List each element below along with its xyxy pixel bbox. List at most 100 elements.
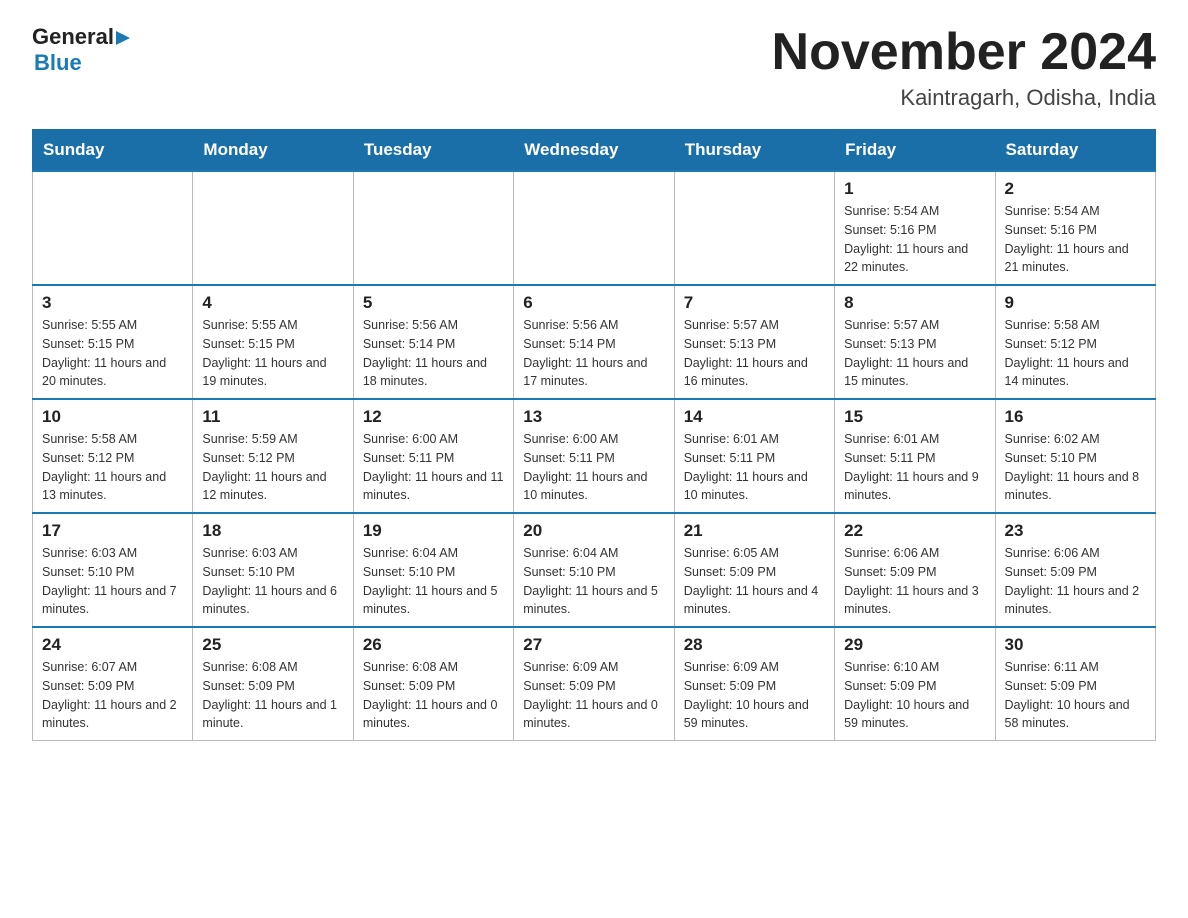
day-number: 17 [42,521,183,541]
day-info: Sunrise: 6:10 AMSunset: 5:09 PMDaylight:… [844,658,985,733]
calendar-cell [674,171,834,285]
calendar-cell [193,171,353,285]
calendar-cell: 1 Sunrise: 5:54 AMSunset: 5:16 PMDaylight… [835,171,995,285]
calendar-cell: 20 Sunrise: 6:04 AMSunset: 5:10 PMDayligh… [514,513,674,627]
day-info: Sunrise: 6:00 AMSunset: 5:11 PMDaylight:… [523,430,664,505]
day-number: 8 [844,293,985,313]
calendar-cell: 8 Sunrise: 5:57 AMSunset: 5:13 PMDaylight… [835,285,995,399]
calendar-cell: 5 Sunrise: 5:56 AMSunset: 5:14 PMDaylight… [353,285,513,399]
calendar-cell: 9 Sunrise: 5:58 AMSunset: 5:12 PMDaylight… [995,285,1155,399]
logo-arrow-icon [116,31,130,50]
calendar-cell: 18 Sunrise: 6:03 AMSunset: 5:10 PMDayligh… [193,513,353,627]
calendar-subtitle: Kaintragarh, Odisha, India [772,85,1156,111]
day-number: 1 [844,179,985,199]
day-number: 4 [202,293,343,313]
day-info: Sunrise: 6:00 AMSunset: 5:11 PMDaylight:… [363,430,504,505]
calendar-cell: 19 Sunrise: 6:04 AMSunset: 5:10 PMDayligh… [353,513,513,627]
day-number: 30 [1005,635,1146,655]
calendar-cell: 12 Sunrise: 6:00 AMSunset: 5:11 PMDayligh… [353,399,513,513]
day-number: 12 [363,407,504,427]
day-info: Sunrise: 6:09 AMSunset: 5:09 PMDaylight:… [684,658,825,733]
day-number: 24 [42,635,183,655]
day-number: 14 [684,407,825,427]
day-info: Sunrise: 5:58 AMSunset: 5:12 PMDaylight:… [42,430,183,505]
calendar-week-row: 3 Sunrise: 5:55 AMSunset: 5:15 PMDaylight… [33,285,1156,399]
logo: General Blue [32,24,130,76]
calendar-cell [353,171,513,285]
col-wednesday: Wednesday [514,130,674,172]
col-monday: Monday [193,130,353,172]
day-info: Sunrise: 6:11 AMSunset: 5:09 PMDaylight:… [1005,658,1146,733]
calendar-title-block: November 2024 Kaintragarh, Odisha, India [772,24,1156,111]
day-number: 27 [523,635,664,655]
day-info: Sunrise: 6:04 AMSunset: 5:10 PMDaylight:… [523,544,664,619]
calendar-cell: 11 Sunrise: 5:59 AMSunset: 5:12 PMDayligh… [193,399,353,513]
day-number: 26 [363,635,504,655]
calendar-cell: 3 Sunrise: 5:55 AMSunset: 5:15 PMDaylight… [33,285,193,399]
day-number: 20 [523,521,664,541]
calendar-cell: 23 Sunrise: 6:06 AMSunset: 5:09 PMDayligh… [995,513,1155,627]
day-info: Sunrise: 6:06 AMSunset: 5:09 PMDaylight:… [844,544,985,619]
calendar-cell: 21Sunrise: 6:05 AMSunset: 5:09 PMDayligh… [674,513,834,627]
day-number: 9 [1005,293,1146,313]
day-info: Sunrise: 6:02 AMSunset: 5:10 PMDaylight:… [1005,430,1146,505]
day-number: 28 [684,635,825,655]
day-info: Sunrise: 5:55 AMSunset: 5:15 PMDaylight:… [202,316,343,391]
calendar-cell: 13 Sunrise: 6:00 AMSunset: 5:11 PMDayligh… [514,399,674,513]
calendar-cell: 25Sunrise: 6:08 AMSunset: 5:09 PMDayligh… [193,627,353,741]
col-tuesday: Tuesday [353,130,513,172]
day-number: 13 [523,407,664,427]
day-info: Sunrise: 6:03 AMSunset: 5:10 PMDaylight:… [202,544,343,619]
calendar-cell: 2Sunrise: 5:54 AMSunset: 5:16 PMDaylight… [995,171,1155,285]
calendar-cell: 17 Sunrise: 6:03 AMSunset: 5:10 PMDayligh… [33,513,193,627]
day-number: 29 [844,635,985,655]
day-info: Sunrise: 5:58 AMSunset: 5:12 PMDaylight:… [1005,316,1146,391]
calendar-table: Sunday Monday Tuesday Wednesday Thursday… [32,129,1156,741]
calendar-cell: 10 Sunrise: 5:58 AMSunset: 5:12 PMDayligh… [33,399,193,513]
calendar-week-row: 17 Sunrise: 6:03 AMSunset: 5:10 PMDayligh… [33,513,1156,627]
day-info: Sunrise: 5:54 AMSunset: 5:16 PMDaylight:… [1005,202,1146,277]
calendar-week-row: 1 Sunrise: 5:54 AMSunset: 5:16 PMDaylight… [33,171,1156,285]
day-number: 16 [1005,407,1146,427]
day-info: Sunrise: 6:07 AMSunset: 5:09 PMDaylight:… [42,658,183,733]
calendar-cell: 27 Sunrise: 6:09 AMSunset: 5:09 PMDayligh… [514,627,674,741]
calendar-cell: 14 Sunrise: 6:01 AMSunset: 5:11 PMDayligh… [674,399,834,513]
day-info: Sunrise: 5:57 AMSunset: 5:13 PMDaylight:… [684,316,825,391]
day-number: 5 [363,293,504,313]
day-number: 19 [363,521,504,541]
calendar-cell: 16 Sunrise: 6:02 AMSunset: 5:10 PMDayligh… [995,399,1155,513]
day-info: Sunrise: 6:06 AMSunset: 5:09 PMDaylight:… [1005,544,1146,619]
day-info: Sunrise: 5:54 AMSunset: 5:16 PMDaylight:… [844,202,985,277]
day-info: Sunrise: 5:56 AMSunset: 5:14 PMDaylight:… [523,316,664,391]
logo-general-text: General [32,24,114,50]
day-info: Sunrise: 5:55 AMSunset: 5:15 PMDaylight:… [42,316,183,391]
day-number: 18 [202,521,343,541]
day-number: 25 [202,635,343,655]
calendar-title: November 2024 [772,24,1156,81]
calendar-cell: 30 Sunrise: 6:11 AMSunset: 5:09 PMDayligh… [995,627,1155,741]
day-number: 23 [1005,521,1146,541]
day-info: Sunrise: 6:01 AMSunset: 5:11 PMDaylight:… [684,430,825,505]
day-info: Sunrise: 5:56 AMSunset: 5:14 PMDaylight:… [363,316,504,391]
day-number: 10 [42,407,183,427]
day-number: 11 [202,407,343,427]
day-info: Sunrise: 6:03 AMSunset: 5:10 PMDaylight:… [42,544,183,619]
page-header: General Blue November 2024 Kaintragarh, … [32,24,1156,111]
calendar-cell: 22 Sunrise: 6:06 AMSunset: 5:09 PMDayligh… [835,513,995,627]
col-friday: Friday [835,130,995,172]
calendar-week-row: 10 Sunrise: 5:58 AMSunset: 5:12 PMDayligh… [33,399,1156,513]
calendar-cell [514,171,674,285]
calendar-cell: 7Sunrise: 5:57 AMSunset: 5:13 PMDaylight… [674,285,834,399]
day-number: 15 [844,407,985,427]
day-info: Sunrise: 6:09 AMSunset: 5:09 PMDaylight:… [523,658,664,733]
logo-blue-text: Blue [34,50,82,75]
calendar-header-row: Sunday Monday Tuesday Wednesday Thursday… [33,130,1156,172]
col-thursday: Thursday [674,130,834,172]
day-info: Sunrise: 6:04 AMSunset: 5:10 PMDaylight:… [363,544,504,619]
day-info: Sunrise: 6:01 AMSunset: 5:11 PMDaylight:… [844,430,985,505]
day-number: 3 [42,293,183,313]
day-number: 22 [844,521,985,541]
day-info: Sunrise: 6:08 AMSunset: 5:09 PMDaylight:… [363,658,504,733]
day-info: Sunrise: 5:59 AMSunset: 5:12 PMDaylight:… [202,430,343,505]
day-info: Sunrise: 5:57 AMSunset: 5:13 PMDaylight:… [844,316,985,391]
